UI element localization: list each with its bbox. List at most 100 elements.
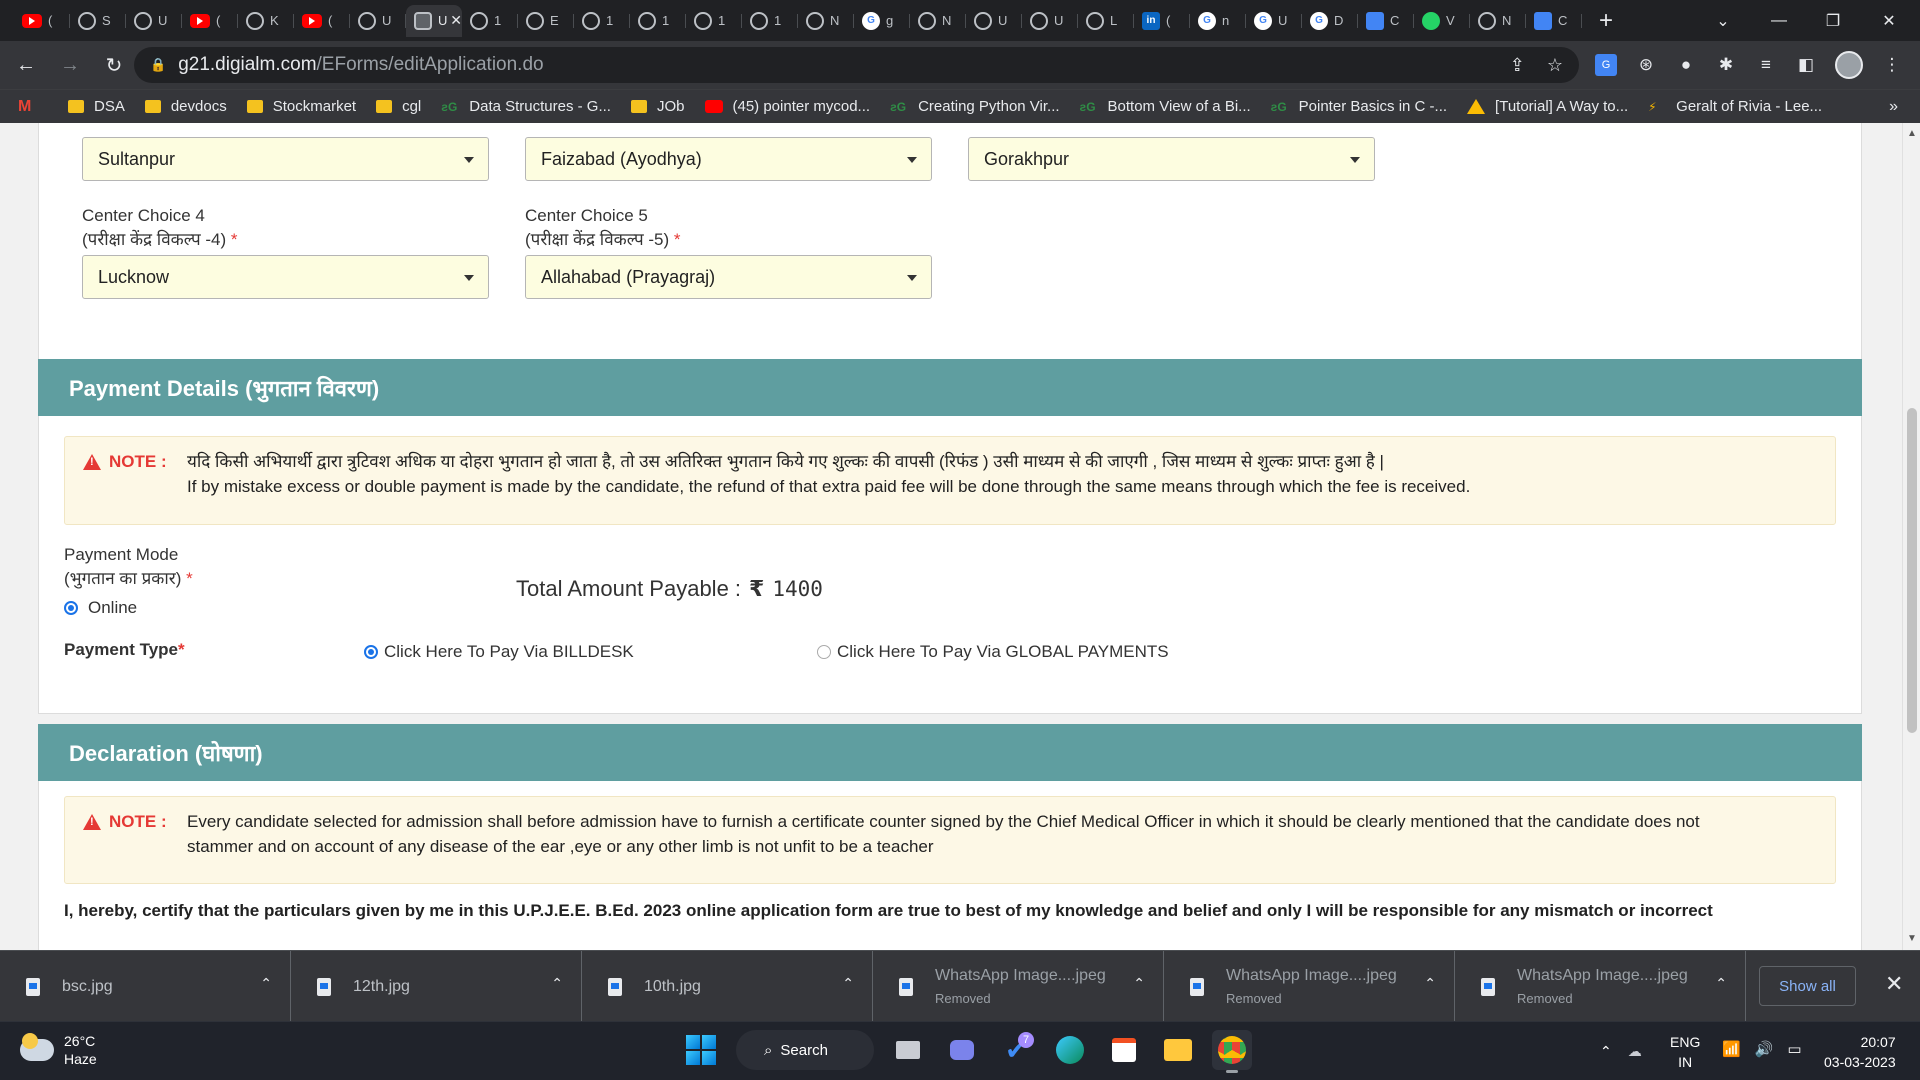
download-options-chevron-icon[interactable]: ⌃ (1424, 975, 1436, 992)
reading-list-icon[interactable]: ≡ (1755, 54, 1777, 76)
browser-tab[interactable]: U (966, 5, 1022, 37)
browser-tab[interactable]: K (238, 5, 294, 37)
browser-tab[interactable]: N (910, 5, 966, 37)
browser-tab[interactable]: ( (14, 5, 70, 37)
new-tab-plus-icon[interactable]: + (1588, 7, 1624, 35)
browser-tab[interactable]: 1 (630, 5, 686, 37)
browser-tab[interactable]: Gn (1190, 5, 1246, 37)
browser-tab[interactable]: 1 (574, 5, 630, 37)
side-panel-icon[interactable]: ◧ (1795, 54, 1817, 76)
download-options-chevron-icon[interactable]: ⌃ (842, 975, 854, 992)
page-scrollbar[interactable]: ▲ ▼ (1902, 123, 1920, 950)
reload-icon[interactable]: ↻ (96, 47, 132, 83)
browser-tab[interactable]: U (350, 5, 406, 37)
bookmark-item[interactable]: ƨG Bottom View of a Bi... (1080, 98, 1251, 115)
profile-avatar[interactable] (1835, 51, 1863, 79)
download-item[interactable]: WhatsApp Image....jpeg Removed ⌃ (1164, 951, 1455, 1022)
close-tab-icon[interactable]: ✕ (450, 12, 462, 29)
browser-tab[interactable]: 1 (742, 5, 798, 37)
minimize-icon[interactable]: — (1756, 0, 1802, 41)
browser-tab[interactable]: U (126, 5, 182, 37)
bookmark-item[interactable]: ⚡ Geralt of Rivia - Lee... (1648, 98, 1822, 115)
browser-tab[interactable]: GD (1302, 5, 1358, 37)
browser-tab[interactable]: 1 (462, 5, 518, 37)
center-choice-5-select[interactable]: Allahabad (Prayagraj) (525, 255, 932, 299)
browser-tab[interactable]: in ( (1134, 5, 1190, 37)
show-hidden-icons-chevron-icon[interactable]: ⌃ (1600, 1043, 1612, 1060)
bookmark-item[interactable]: [Tutorial] A Way to... (1467, 98, 1628, 115)
bookmark-item[interactable]: JOb (630, 98, 685, 115)
close-window-icon[interactable]: ✕ (1866, 0, 1912, 41)
chat-icon[interactable] (942, 1030, 982, 1070)
bookmark-item[interactable]: M (18, 98, 48, 116)
translate-extension-icon[interactable]: G (1595, 54, 1617, 76)
radio-online[interactable] (64, 601, 78, 615)
download-item[interactable]: WhatsApp Image....jpeg Removed ⌃ (1455, 951, 1746, 1022)
puzzle-extensions-icon[interactable]: ✱ (1715, 54, 1737, 76)
volume-icon[interactable]: 🔊 (1755, 1040, 1774, 1058)
file-explorer-icon[interactable] (1158, 1030, 1198, 1070)
billdesk-option[interactable]: Click Here To Pay Via BILLDESK (364, 642, 634, 662)
browser-tab[interactable]: L (1078, 5, 1134, 37)
scroll-down-arrow-icon[interactable]: ▼ (1907, 933, 1917, 944)
browser-tab[interactable]: GU (1246, 5, 1302, 37)
bookmark-item[interactable]: ƨG Creating Python Vir... (890, 98, 1059, 115)
browser-tab[interactable]: U ✕ (406, 4, 462, 37)
chrome-taskbar-icon[interactable] (1212, 1030, 1252, 1073)
browser-tab[interactable]: 1 (686, 5, 742, 37)
download-item[interactable]: 12th.jpg ⌃ (291, 951, 582, 1022)
browser-tab[interactable]: S (70, 5, 126, 37)
center-choice-4-select[interactable]: Lucknow (82, 255, 489, 299)
lock-icon[interactable]: 🔒 (150, 57, 166, 73)
browser-tab[interactable]: C (1526, 5, 1582, 37)
bookmark-item[interactable]: Stockmarket (246, 98, 356, 115)
browser-tab[interactable]: Gg (854, 5, 910, 37)
scroll-up-arrow-icon[interactable]: ▲ (1907, 128, 1917, 139)
payment-mode-online-option[interactable]: Online (64, 598, 137, 618)
browser-tab[interactable]: ( (182, 5, 238, 37)
center-choice-3-select[interactable]: Gorakhpur (968, 137, 1375, 181)
close-downloads-icon[interactable]: ✕ (1885, 971, 1903, 997)
address-bar[interactable]: 🔒 g21.digialm.com/EForms/editApplication… (134, 47, 1579, 83)
edge-icon[interactable] (1050, 1030, 1090, 1070)
taskbar-search[interactable]: ⌕ Search (736, 1030, 874, 1070)
extension-icon[interactable]: ⊛ (1635, 54, 1657, 76)
radio-global-payments[interactable] (817, 645, 831, 659)
center-choice-2-select[interactable]: Faizabad (Ayodhya) (525, 137, 932, 181)
task-view-icon[interactable] (888, 1030, 928, 1070)
global-payments-option[interactable]: Click Here To Pay Via GLOBAL PAYMENTS (817, 642, 1169, 662)
download-item[interactable]: bsc.jpg ⌃ (0, 951, 291, 1022)
download-options-chevron-icon[interactable]: ⌃ (260, 975, 272, 992)
browser-tab[interactable]: ( (294, 5, 350, 37)
system-clock[interactable]: 20:07 03-03-2023 (1824, 1032, 1896, 1072)
language-indicator[interactable]: ENG IN (1670, 1032, 1700, 1072)
bookmark-star-icon[interactable]: ☆ (1547, 55, 1563, 76)
onedrive-icon[interactable]: ☁ (1628, 1043, 1642, 1060)
restore-icon[interactable]: ❐ (1810, 0, 1856, 41)
tab-search-icon[interactable]: ⌄ (1700, 0, 1746, 41)
windows-start-icon[interactable] (686, 1035, 716, 1065)
bookmark-item[interactable]: DSA (68, 98, 125, 115)
download-item[interactable]: WhatsApp Image....jpeg Removed ⌃ (873, 951, 1164, 1022)
browser-tab[interactable]: U (1022, 5, 1078, 37)
bookmark-item[interactable]: (45) pointer mycod... (704, 98, 870, 115)
bookmark-item[interactable]: ƨG Data Structures - G... (441, 98, 611, 115)
browser-tab[interactable]: N (1470, 5, 1526, 37)
bookmark-item[interactable]: cgl (376, 98, 421, 115)
wifi-icon[interactable]: 📶 (1722, 1040, 1741, 1058)
store-icon[interactable] (1104, 1030, 1144, 1070)
browser-tab[interactable]: C (1358, 5, 1414, 37)
browser-tab[interactable]: N (798, 5, 854, 37)
show-all-button[interactable]: Show all (1759, 966, 1856, 1006)
battery-icon[interactable]: ▭ (1787, 1040, 1801, 1058)
download-options-chevron-icon[interactable]: ⌃ (1133, 975, 1145, 992)
more-bookmarks-chevron-icon[interactable]: » (1889, 98, 1898, 116)
download-item[interactable]: 10th.jpg ⌃ (582, 951, 873, 1022)
browser-tab[interactable]: V (1414, 5, 1470, 37)
extension-bulb-icon[interactable]: ● (1675, 54, 1697, 76)
download-options-chevron-icon[interactable]: ⌃ (1715, 975, 1727, 992)
center-choice-1-select[interactable]: Sultanpur (82, 137, 489, 181)
todo-icon[interactable]: ✔ 7 (996, 1030, 1036, 1070)
weather-widget[interactable]: 26°C Haze (20, 1032, 97, 1068)
bookmark-item[interactable]: devdocs (144, 98, 227, 115)
